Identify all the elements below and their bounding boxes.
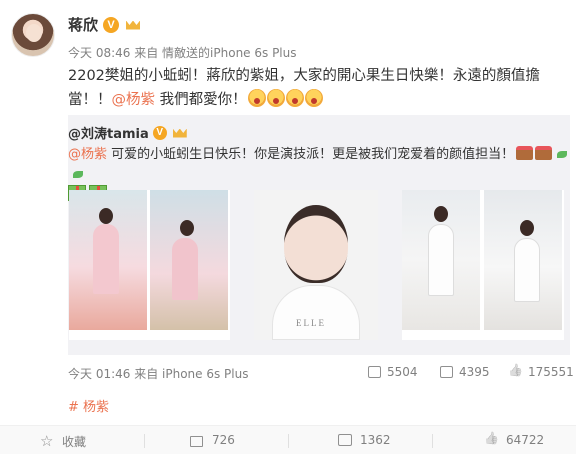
repost-icon [368, 366, 381, 378]
post-author: 蒋欣 V [68, 14, 140, 35]
photo-panel [484, 190, 562, 330]
repost-mention-link[interactable]: @杨紫 [68, 147, 107, 162]
favorite-button[interactable]: 收藏 [40, 432, 87, 450]
topic-tag[interactable]: # 杨紫 [68, 396, 109, 415]
mention-link[interactable]: @杨紫 [112, 92, 156, 108]
comment-count: 1362 [360, 433, 391, 447]
emoji-face-icon [266, 89, 285, 107]
repost-reposts[interactable]: 5504 [368, 365, 418, 379]
divider [144, 434, 145, 448]
repost-comments[interactable]: 4395 [440, 365, 490, 379]
photo-panel [402, 190, 480, 330]
comment-button[interactable]: 1362 [338, 433, 391, 447]
favorite-label: 收藏 [62, 435, 87, 449]
action-bar: 收藏 726 1362 64722 [0, 425, 576, 454]
figure-head [180, 220, 194, 236]
post-text-line1: 2202樊姐的小蚯蚓！蔣欣的紫姐，大家的開心果生日快樂！永遠的顏值擔 [68, 68, 540, 84]
figure-dress [514, 238, 540, 302]
leaf-icon [557, 151, 568, 158]
repost-meta[interactable]: 今天 01:46 来自 iPhone 6s Plus [68, 365, 248, 382]
repost-author-name[interactable]: @刘涛tamia [68, 123, 149, 142]
like-button[interactable]: 64722 [484, 433, 544, 447]
repost-count: 726 [212, 433, 235, 447]
emoji-face-icon [304, 89, 323, 107]
figure-dress [93, 224, 119, 294]
weibo-post: 蒋欣 V 今天 08:46 来自 情敵送的iPhone 6s Plus 2202… [0, 0, 576, 454]
cake-icon [516, 146, 534, 160]
post-time[interactable]: 今天 08:46 来自 [68, 46, 158, 60]
author-name[interactable]: 蒋欣 [68, 14, 98, 35]
figure-head [99, 208, 113, 224]
verified-badge-icon: V [103, 16, 120, 33]
avatar[interactable] [11, 13, 55, 57]
elle-watermark: ELLE [296, 318, 326, 328]
repost-comments-count: 4395 [459, 365, 490, 379]
star-icon [40, 432, 54, 450]
repost-image-pink-dress[interactable] [69, 190, 230, 340]
leaf-icon [73, 171, 83, 178]
portrait-face [284, 205, 348, 283]
repost-likes-count: 175551 [528, 365, 574, 379]
vip-crown-icon[interactable] [126, 19, 140, 31]
comment-icon [338, 433, 352, 447]
divider [432, 434, 433, 448]
figure-dress [172, 238, 198, 300]
repost-box: @刘涛tamia V @杨紫 可爱的小蚯蚓生日快乐！你是演技派！更是被我们宠爱着… [68, 115, 574, 381]
figure-dress [428, 224, 454, 296]
post-text-line2-suffix: 我們都愛你！ [155, 92, 247, 108]
repost-button[interactable]: 726 [190, 433, 235, 447]
repost-icon [190, 434, 204, 447]
cake-icon [535, 146, 553, 160]
photo-panel [150, 190, 228, 330]
photo-panel [69, 190, 147, 330]
like-count: 64722 [506, 433, 545, 447]
repost-reposts-count: 5504 [387, 365, 418, 379]
repost-author: @刘涛tamia V [68, 123, 187, 142]
comment-icon [440, 366, 453, 378]
verified-badge-icon: V [152, 125, 167, 140]
post-text: 2202樊姐的小蚯蚓！蔣欣的紫姐，大家的開心果生日快樂！永遠的顏值擔 當！！@杨… [68, 64, 558, 112]
emoji-face-icon [285, 89, 304, 107]
like-icon [484, 434, 498, 447]
figure-head [434, 206, 448, 222]
portrait-body [272, 285, 360, 340]
post-meta: 今天 08:46 来自 情敵送的iPhone 6s Plus [68, 44, 297, 61]
figure-head [520, 220, 534, 236]
divider [288, 434, 289, 448]
like-icon [508, 366, 522, 379]
repost-image-white-dress[interactable] [402, 190, 564, 340]
vip-crown-icon[interactable] [173, 127, 187, 139]
emoji-face-icon [247, 89, 266, 107]
repost-image-portrait[interactable]: ELLE [254, 190, 378, 340]
repost-likes[interactable]: 175551 [508, 365, 574, 379]
repost-text-body: 可爱的小蚯蚓生日快乐！你是演技派！更是被我们宠爱着的颜值担当！ [107, 147, 515, 162]
post-text-line2-prefix: 當！！ [68, 92, 112, 108]
post-source[interactable]: 情敵送的iPhone 6s Plus [162, 46, 296, 60]
